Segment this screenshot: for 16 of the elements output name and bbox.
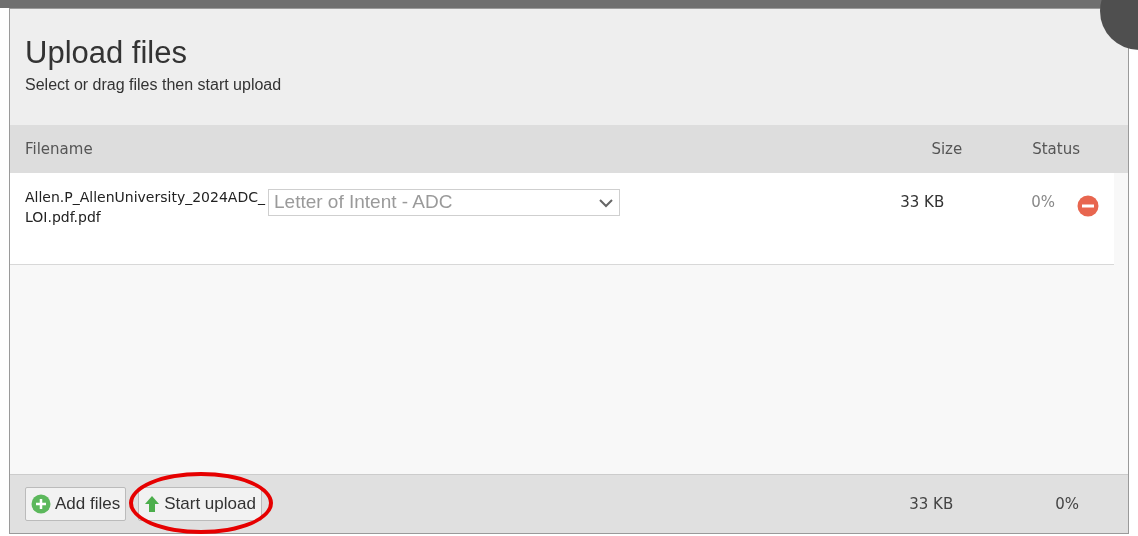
add-icon [31, 494, 51, 514]
dialog-subtitle: Select or drag files then start upload [25, 75, 282, 95]
up-arrow-icon [144, 495, 161, 513]
dialog-title: Upload files [25, 35, 187, 71]
file-name: Allen.P_AllenUniversity_2024ADC_LOI.pdf.pdf [25, 188, 266, 227]
file-status: 0% [1031, 192, 1055, 213]
remove-icon[interactable] [1077, 195, 1099, 217]
column-header: Size [931, 138, 963, 160]
chevron-down-icon [598, 197, 614, 208]
column-header: Filename [25, 138, 93, 160]
file-size: 33 KB [900, 192, 945, 213]
total-size: 33 KB [909, 493, 954, 515]
add-files-button[interactable]: Add files [25, 487, 127, 521]
start-upload-button[interactable]: Start upload [138, 487, 262, 521]
total-status: 0% [1055, 493, 1079, 515]
column-header: Status [1032, 138, 1080, 160]
